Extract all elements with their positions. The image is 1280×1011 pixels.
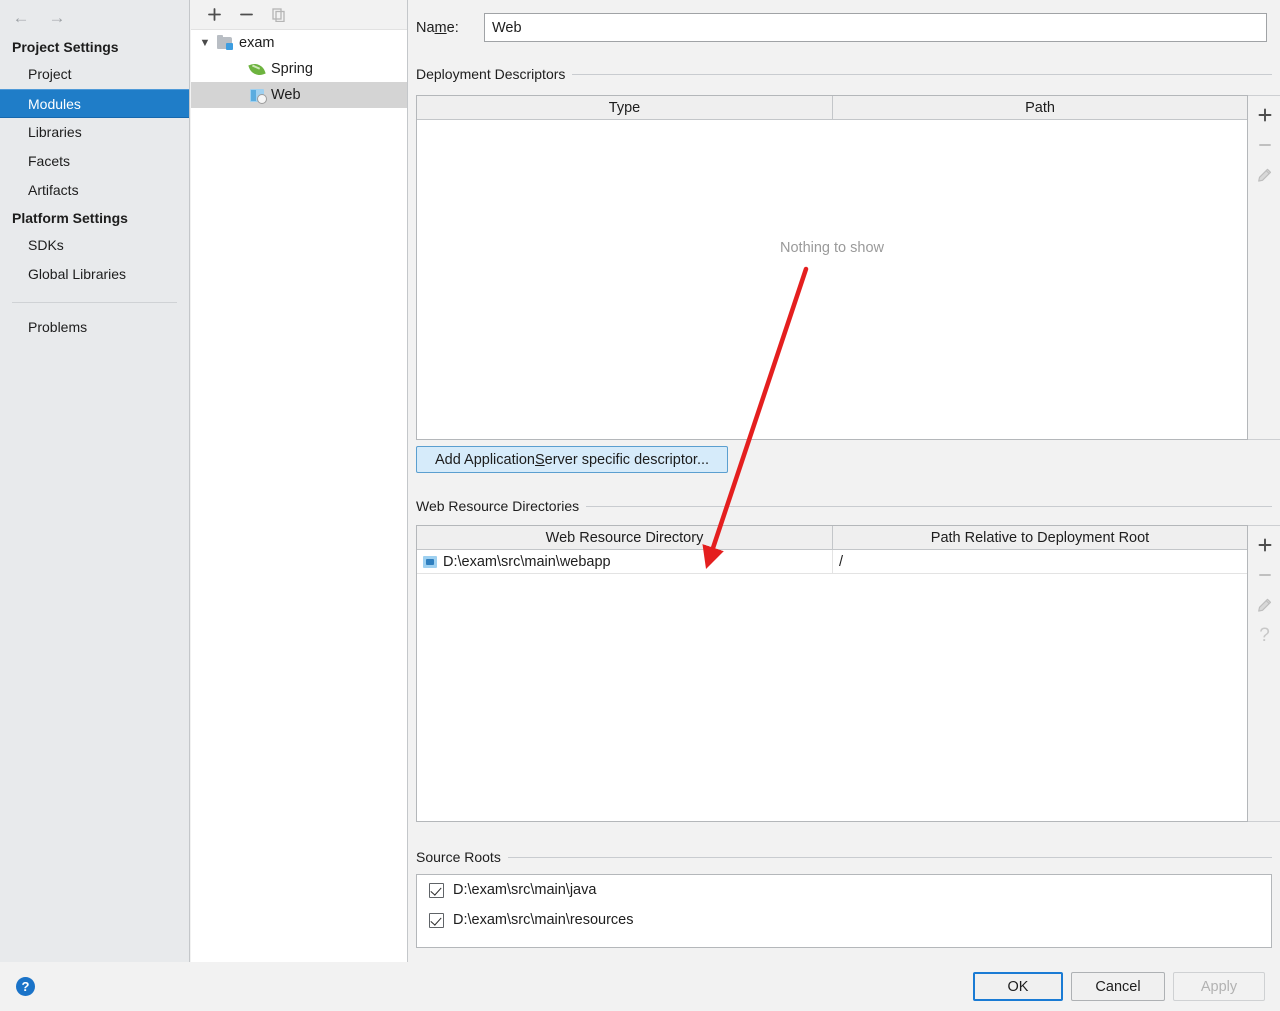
source-roots-list: D:\exam\src\main\java D:\exam\src\main\r… — [416, 874, 1272, 948]
table-row[interactable]: D:\exam\src\main\webapp / — [417, 550, 1247, 574]
remove-descriptor-button — [1251, 130, 1279, 160]
sidebar-navigation-bar: ← → — [0, 0, 189, 34]
chevron-down-icon[interactable]: ▼ — [195, 37, 215, 49]
tree-node-spring[interactable]: Spring — [191, 56, 407, 82]
web-resource-directories-toolbar: ? — [1248, 525, 1280, 822]
spring-leaf-icon — [247, 61, 267, 78]
web-resource-directories-section-label: Web Resource Directories — [416, 498, 1272, 514]
section-rule — [586, 505, 1272, 507]
remove-web-resource-button — [1251, 560, 1279, 590]
add-web-resource-button[interactable] — [1251, 530, 1279, 560]
sidebar-group-project-settings: Project Settings — [12, 39, 119, 55]
source-root-label: D:\exam\src\main\resources — [453, 912, 634, 928]
name-input[interactable] — [484, 13, 1267, 42]
source-root-checkbox[interactable] — [429, 882, 444, 898]
deployment-descriptors-toolbar — [1248, 95, 1280, 440]
name-row: Name: — [416, 13, 1267, 42]
deployment-descriptors-section-label: Deployment Descriptors — [416, 66, 1272, 82]
settings-sidebar: ← → Project Settings Project Modules Lib… — [0, 0, 190, 962]
column-header-type[interactable]: Type — [417, 96, 832, 119]
folder-icon — [215, 35, 235, 51]
table-body: Nothing to show — [417, 120, 1247, 439]
source-root-checkbox[interactable] — [429, 912, 444, 928]
ok-button[interactable]: OK — [973, 972, 1063, 1001]
add-module-button[interactable] — [201, 3, 227, 27]
directory-module-icon — [423, 555, 437, 568]
web-resource-directories-table[interactable]: Web Resource Directory Path Relative to … — [416, 525, 1248, 822]
sidebar-item-problems[interactable]: Problems — [0, 313, 189, 342]
add-descriptor-button[interactable] — [1251, 100, 1279, 130]
module-tree-panel: ▼ exam Spring Web — [191, 0, 408, 962]
table-header: Type Path — [417, 96, 1247, 120]
sidebar-item-artifacts[interactable]: Artifacts — [0, 176, 189, 205]
sidebar-item-project[interactable]: Project — [0, 60, 189, 89]
sidebar-item-facets[interactable]: Facets — [0, 147, 189, 176]
cancel-button[interactable]: Cancel — [1071, 972, 1165, 1001]
help-button[interactable]: ? — [16, 977, 35, 996]
table-body: D:\exam\src\main\webapp / — [417, 550, 1247, 821]
column-header-web-resource-directory[interactable]: Web Resource Directory — [417, 526, 832, 549]
column-header-path[interactable]: Path — [832, 96, 1247, 119]
table-header: Web Resource Directory Path Relative to … — [417, 526, 1247, 550]
web-module-icon — [247, 87, 267, 104]
section-rule — [572, 73, 1272, 75]
column-header-path-relative[interactable]: Path Relative to Deployment Root — [832, 526, 1247, 549]
remove-module-button[interactable] — [233, 3, 259, 27]
tree-node-web[interactable]: Web — [191, 82, 407, 108]
list-item[interactable]: D:\exam\src\main\resources — [417, 905, 1271, 935]
project-structure-dialog: ← → Project Settings Project Modules Lib… — [0, 0, 1280, 1011]
module-tree-toolbar — [191, 0, 407, 30]
module-settings-panel: Name: Deployment Descriptors Type Path N… — [409, 0, 1280, 962]
name-label: Name: — [416, 19, 459, 36]
tree-node-label: Spring — [271, 61, 313, 77]
edit-descriptor-button — [1251, 160, 1279, 190]
section-rule — [507, 856, 1272, 858]
source-roots-section-label: Source Roots — [416, 849, 1272, 865]
sidebar-item-modules[interactable]: Modules — [0, 89, 189, 118]
cell-web-resource-directory[interactable]: D:\exam\src\main\webapp — [417, 550, 832, 573]
cell-relative-path[interactable]: / — [832, 550, 1247, 573]
sidebar-item-sdks[interactable]: SDKs — [0, 231, 189, 260]
add-application-server-descriptor-button[interactable]: Add Application Server specific descript… — [416, 446, 729, 473]
arrow-right-icon[interactable]: → — [46, 6, 68, 28]
tree-node-label: Web — [271, 87, 301, 103]
sidebar-item-libraries[interactable]: Libraries — [0, 118, 189, 147]
list-item[interactable]: D:\exam\src\main\java — [417, 875, 1271, 905]
source-root-label: D:\exam\src\main\java — [453, 882, 597, 898]
copy-module-button — [265, 3, 291, 27]
apply-button: Apply — [1173, 972, 1265, 1001]
sidebar-group-platform-settings: Platform Settings — [12, 210, 128, 226]
arrow-left-icon[interactable]: ← — [10, 6, 32, 28]
sidebar-item-global-libraries[interactable]: Global Libraries — [0, 260, 189, 289]
empty-state-message: Nothing to show — [780, 240, 884, 256]
tree-node-label: exam — [239, 35, 275, 51]
sidebar-divider — [12, 302, 177, 303]
tree-node-exam[interactable]: ▼ exam — [191, 30, 407, 56]
help-web-resource-button[interactable]: ? — [1251, 620, 1279, 650]
deployment-descriptors-table[interactable]: Type Path Nothing to show — [416, 95, 1248, 440]
edit-web-resource-button — [1251, 590, 1279, 620]
